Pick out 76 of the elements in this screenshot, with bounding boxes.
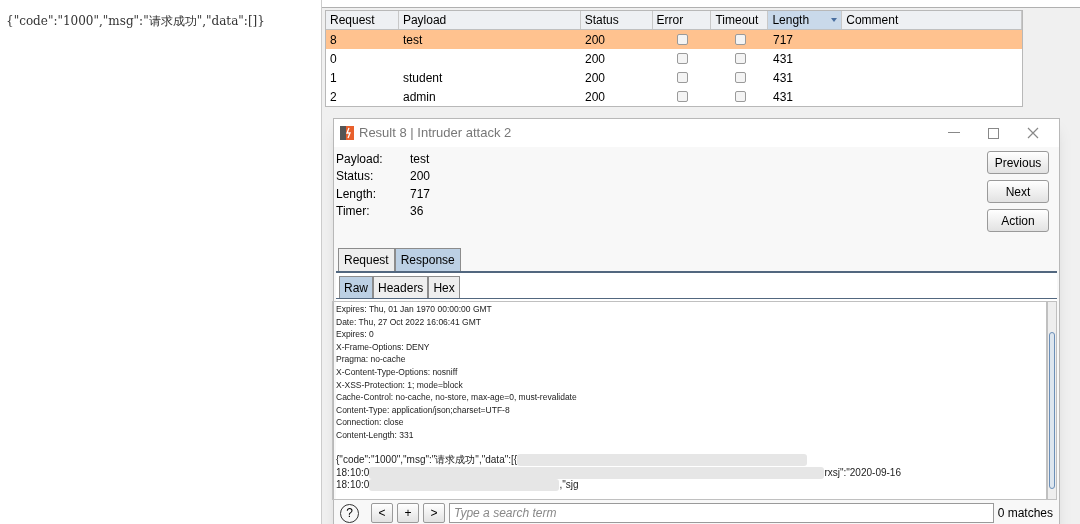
checkbox[interactable] <box>677 53 688 64</box>
checkbox[interactable] <box>735 34 746 45</box>
response-header-line: Cache-Control: no-cache, no-store, max-age=0, must-revalidate <box>336 391 577 404</box>
response-header-line: Pragma: no-cache <box>336 353 406 366</box>
response-header-line: X-Content-Type-Options: nosniff <box>336 365 458 379</box>
field-label: Payload: <box>336 150 384 168</box>
next-match-button[interactable]: > <box>423 503 445 523</box>
response-header-line: Expires: 0 <box>336 328 374 341</box>
minimize-icon[interactable] <box>948 132 960 134</box>
window-title: Result 8 | Intruder attack 2 <box>359 124 512 143</box>
dialog-button[interactable]: Next <box>987 180 1049 203</box>
response-header-line: X-Frame-Options: DENY <box>336 340 430 354</box>
column-header[interactable]: Status <box>580 11 653 29</box>
scrollbar[interactable] <box>1047 301 1057 500</box>
tab[interactable]: Response <box>394 248 461 271</box>
field-value: test <box>410 150 430 168</box>
response-header-line: Content-Length: 331 <box>336 428 414 442</box>
column-header[interactable]: Length <box>768 11 843 29</box>
tab[interactable]: Raw <box>339 276 373 298</box>
match-count: 0 matches <box>997 505 1053 522</box>
tab[interactable]: Hex <box>428 276 460 298</box>
response-header-line: Date: Thu, 27 Oct 2022 16:06:41 GMT <box>336 315 481 329</box>
checkbox[interactable] <box>677 91 688 102</box>
table-cell-text: 717 <box>772 31 795 49</box>
json-response-text: {"code":"1000","msg":"请求成功","data":[]} <box>6 14 265 28</box>
table-cell: test <box>403 32 423 47</box>
previous-match-button[interactable]: < <box>371 503 393 523</box>
table-cell-text: 0 <box>329 50 338 68</box>
response-body-text: rxsj":"2020-09-16 <box>824 466 901 480</box>
column-header[interactable]: Request <box>326 11 399 29</box>
response-body-text: 18:10:0 <box>336 466 370 480</box>
field-value: 36 <box>410 203 424 221</box>
field-label: Status: <box>336 168 375 186</box>
response-header-line: Expires: Thu, 01 Jan 1970 00:00:00 GMT <box>336 303 492 316</box>
dialog-button[interactable]: Previous <box>987 151 1049 174</box>
checkbox[interactable] <box>735 91 746 102</box>
search-field[interactable]: Type a search term <box>449 503 994 523</box>
add-button[interactable]: + <box>397 503 419 523</box>
sort-arrow-icon <box>831 18 838 22</box>
checkbox[interactable] <box>735 53 746 64</box>
response-body-text: ,"sjg <box>559 479 579 492</box>
response-header-line: X-XSS-Protection: 1; mode=block <box>336 378 463 392</box>
column-header[interactable]: Error <box>652 11 712 29</box>
maximize-icon[interactable] <box>988 127 999 139</box>
response-body-text: {"code":"1000","msg":"请求成功","data":[{ <box>336 454 518 467</box>
table-cell-text: 8 <box>329 31 338 49</box>
table-cell-text: 200 <box>584 69 607 87</box>
table-row[interactable]: 8 test 200 717 <box>326 30 1022 49</box>
checkbox[interactable] <box>735 72 746 83</box>
column-header[interactable]: Comment <box>842 11 1022 29</box>
table-cell-text: 200 <box>584 88 607 106</box>
field-value: 200 <box>410 168 431 186</box>
response-text-area[interactable] <box>332 301 1047 500</box>
field-label: Length: <box>336 185 378 203</box>
field-label: Timer: <box>336 203 371 221</box>
close-icon[interactable] <box>1027 127 1039 139</box>
table-cell-text: 2 <box>329 88 338 106</box>
dialog-button[interactable]: Action <box>987 209 1049 232</box>
table-cell-text: 431 <box>772 50 795 68</box>
table-cell-text: 1 <box>329 69 338 87</box>
response-body-text: 18:10:0 <box>336 479 370 492</box>
table-cell-text: 200 <box>584 31 607 49</box>
table-cell: admin <box>403 89 436 104</box>
column-header[interactable]: Payload <box>398 11 581 29</box>
checkbox[interactable] <box>677 72 688 83</box>
table-cell-text: 431 <box>772 69 795 87</box>
response-header-line: Connection: close <box>336 416 404 429</box>
table-cell-text: 200 <box>584 50 607 68</box>
response-header-line: Content-Type: application/json;charset=UTF-8 <box>336 403 510 417</box>
table-cell: student <box>403 70 443 85</box>
checkbox[interactable] <box>677 34 688 45</box>
table-cell-text: 431 <box>772 88 795 106</box>
app-logo-icon <box>340 125 354 141</box>
tab[interactable]: Headers <box>373 276 429 298</box>
tab[interactable]: Request <box>338 248 395 271</box>
field-value: 717 <box>410 185 431 203</box>
